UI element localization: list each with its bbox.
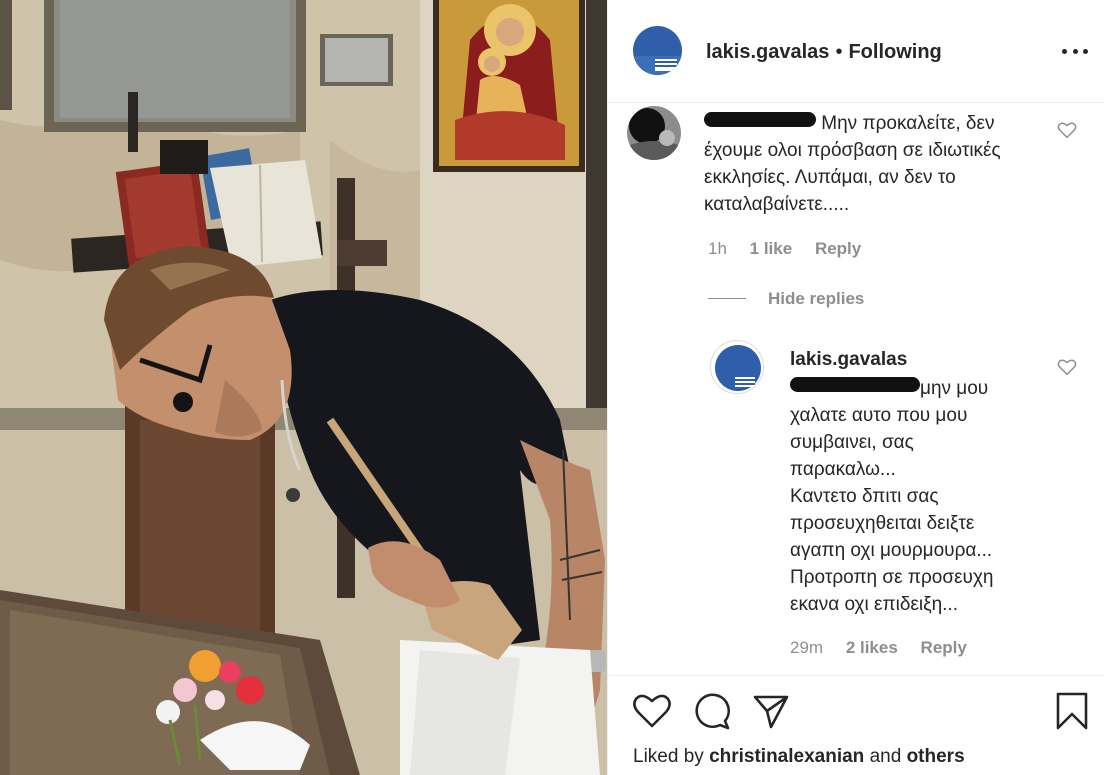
hide-replies-line [708,298,746,299]
comment-time: 1h [708,239,727,258]
header-line: lakis.gavalas • Following [706,40,942,64]
liked-by-prefix: Liked by [633,746,704,767]
comment-reply-button[interactable]: Reply [815,239,861,258]
avatar-image [633,26,682,75]
reply-avatar-image [712,342,763,393]
more-dots-icon[interactable] [1062,46,1088,56]
reply-line: χαλατε αυτο που μου [790,405,968,426]
redacted-username [704,112,816,127]
comment-meta: 1h 1 like Reply [708,238,879,260]
author-username[interactable]: lakis.gavalas [706,41,829,63]
reply-reply-button[interactable]: Reply [921,638,967,657]
comment-body: Μην προκαλείτε, δεν έχουμε ολοι πρόσβαση… [704,113,1001,215]
comment-likes[interactable]: 1 like [750,239,793,258]
post-side-panel: lakis.gavalas • Following Μην προκαλείτε, … [607,0,1104,775]
liked-by-user[interactable]: christinalexanian [709,746,864,767]
reply-line: συμβαινει, σας [790,432,914,453]
redacted-mention [790,377,920,392]
reply-line: παρακαλω... [790,459,896,480]
reply-likes[interactable]: 2 likes [846,638,898,657]
commenter-avatar[interactable] [627,106,681,160]
comment-text: Μην προκαλείτε, δεν έχουμε ολοι πρόσβαση… [704,110,1044,218]
liked-by-others[interactable]: others [907,746,965,767]
share-icon[interactable] [751,691,791,731]
instagram-post-modal: lakis.gavalas • Following Μην προκαλείτε, … [0,0,1104,775]
reply-line-text: μην μου [920,378,989,399]
reply-text: μην μου χαλατε αυτο που μου συμβαινει, σ… [790,375,1050,618]
hide-replies-button[interactable]: Hide replies [768,288,864,310]
comment-icon[interactable] [692,691,732,731]
heart-icon[interactable] [632,691,672,731]
reply-line: Προτροπη σε προσευχη [790,567,994,588]
reply-line: αγαπη οχι μουρμουρα... [790,540,993,561]
bookmark-icon[interactable] [1052,691,1092,731]
reply-username[interactable]: lakis.gavalas [790,348,907,372]
comment-like-heart-icon[interactable] [1057,121,1077,139]
actions-divider [608,675,1104,676]
commenter-avatar-image [627,106,681,160]
reply-meta: 29m 2 likes Reply [790,637,985,659]
liked-by-conj: and [869,746,902,767]
reply-line: προσευχηθειται δειξτε [790,513,975,534]
reply-line: εκανα οχι επιδειξη... [790,594,958,615]
more-dot [1062,48,1067,54]
more-dot [1072,48,1078,54]
post-header: lakis.gavalas • Following [608,0,1104,103]
author-avatar[interactable] [633,26,682,75]
reply-avatar[interactable] [710,340,764,394]
post-photo-image [0,0,607,775]
post-photo[interactable] [0,0,607,775]
reply-like-heart-icon[interactable] [1057,358,1077,376]
following-button[interactable]: Following [848,41,941,63]
liked-by: Liked by christinalexanian and others [633,745,965,769]
reply-line: Καντετο δπιτι σας [790,486,939,507]
reply-time: 29m [790,638,824,657]
header-separator: • [835,41,843,63]
more-dot [1083,48,1088,54]
reply-line: μην μου [790,375,1050,402]
